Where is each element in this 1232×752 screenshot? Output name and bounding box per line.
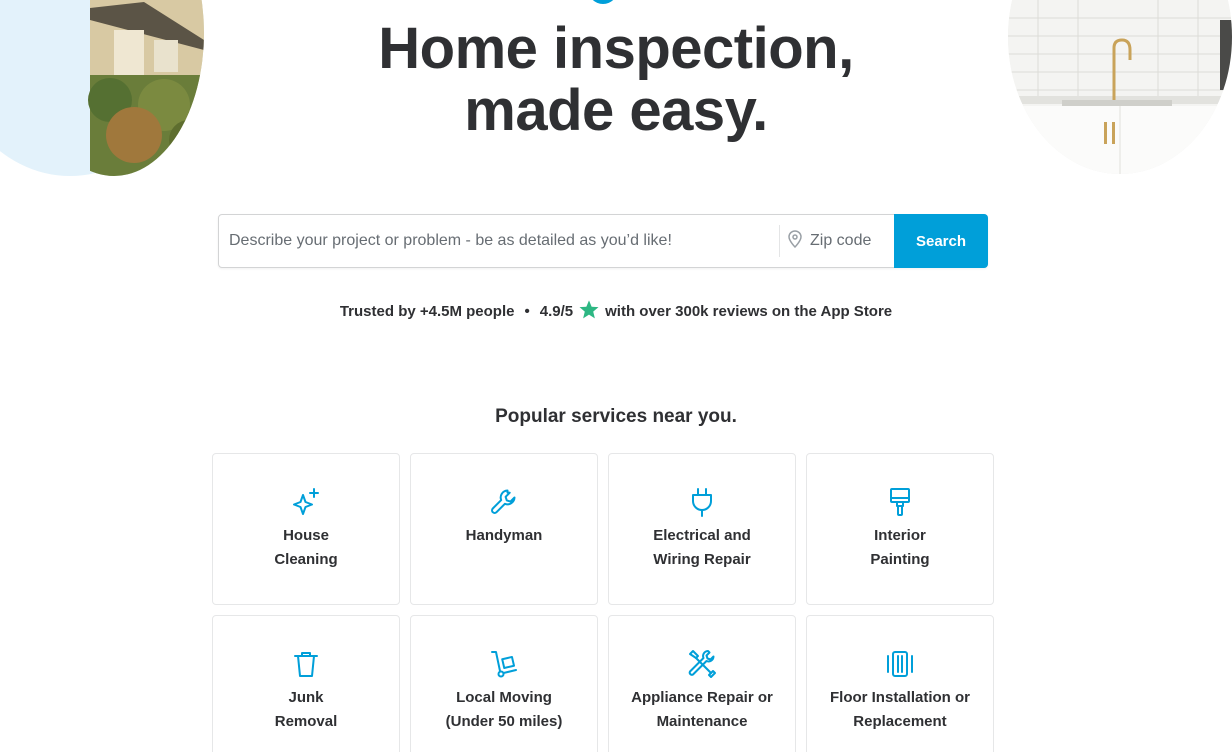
service-card-electrical[interactable]: Electrical and Wiring Repair [608,453,796,605]
service-card-interior-painting[interactable]: Interior Painting [806,453,994,605]
service-label: Floor Installation or Replacement [829,689,970,730]
top-accent-shape [588,0,618,4]
service-card-floor-installation[interactable]: Floor Installation or Replacement [806,615,994,752]
popular-services-title: Popular services near you. [495,406,737,427]
service-label: Junk Removal [274,689,338,730]
headline-line-2: made easy. [464,78,768,143]
plug-icon [686,486,718,518]
sparkle-icon [290,486,322,518]
trust-rating: 4.9/5 [539,303,574,320]
hand-truck-icon [488,648,520,680]
tools-icon [686,648,718,680]
service-label: Handyman [465,527,543,544]
search-button[interactable]: Search [894,214,988,268]
service-label: Appliance Repair or Maintenance [631,689,773,730]
service-card-junk-removal[interactable]: Junk Removal [212,615,400,752]
trash-can-icon [290,648,322,680]
hero-headline: Home inspection, made easy. [0,18,1232,142]
floor-panels-icon [884,648,916,680]
service-label: House Cleaning [274,527,338,568]
search-bar: Search [218,214,988,268]
map-pin-icon [788,229,802,253]
zip-code-field[interactable] [780,215,894,267]
trust-separator: • [524,303,530,320]
service-label: Interior Painting [870,527,930,568]
headline-line-1: Home inspection, [378,16,854,81]
services-grid: House Cleaning Handyman Electrical and W… [212,453,994,752]
star-icon [579,300,599,323]
service-card-appliance-repair[interactable]: Appliance Repair or Maintenance [608,615,796,752]
project-search-input[interactable] [219,215,779,267]
zip-code-input[interactable] [802,232,882,250]
wrench-icon [488,486,520,518]
trust-reviews: with over 300k reviews on the App Store [605,303,893,320]
service-card-house-cleaning[interactable]: House Cleaning [212,453,400,605]
trust-statement: Trusted by +4.5M people • 4.9/5 with ove… [0,300,1232,323]
service-label: Electrical and Wiring Repair [653,527,751,568]
paintbrush-icon [884,486,916,518]
page: Home inspection, made easy. Search Trust… [0,0,1232,752]
trust-people-count: Trusted by +4.5M people [339,303,515,320]
service-card-local-moving[interactable]: Local Moving (Under 50 miles) [410,615,598,752]
service-label: Local Moving (Under 50 miles) [445,689,563,730]
service-card-handyman[interactable]: Handyman [410,453,598,605]
